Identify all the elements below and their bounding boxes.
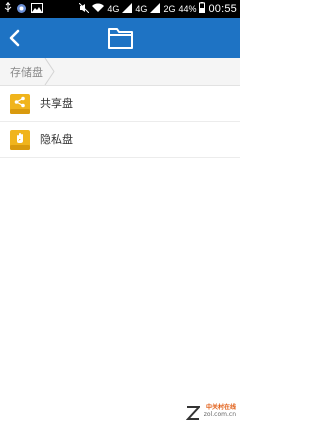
list-item-label: 隐私盘	[40, 133, 73, 146]
network-type-1: 4G	[107, 3, 120, 14]
signal-icon-2	[150, 2, 161, 15]
breadcrumb-label: 存储盘	[10, 66, 43, 79]
zol-logo-icon	[186, 406, 200, 420]
network-type-3: 2G	[163, 3, 176, 14]
mute-icon	[79, 2, 90, 15]
network-type-2: 4G	[135, 3, 148, 14]
clock: 00:55	[208, 2, 237, 15]
wifi-icon	[92, 3, 105, 15]
battery-icon	[199, 2, 206, 15]
list-item-private-drive[interactable]: 隐私盘	[0, 122, 240, 158]
watermark-cn: 中关村在线	[205, 404, 236, 411]
usb-icon	[4, 2, 12, 16]
battery-percent: 44%	[178, 3, 197, 14]
breadcrumb-item-storage[interactable]: 存储盘	[0, 58, 56, 85]
signal-icon-1	[122, 2, 133, 15]
private-drive-icon	[9, 129, 31, 151]
chevron-left-icon	[9, 29, 20, 47]
breadcrumb-separator-icon	[44, 58, 55, 85]
folder-icon	[107, 25, 134, 51]
watermark-url: zol.com.cn	[203, 411, 236, 418]
back-button[interactable]	[4, 24, 28, 52]
share-drive-icon	[9, 93, 31, 115]
breadcrumb: 存储盘	[0, 58, 240, 86]
drive-list: 共享盘 隐私盘	[0, 86, 240, 158]
app-bar	[0, 18, 240, 58]
list-item-shared-drive[interactable]: 共享盘	[0, 86, 240, 122]
image-notification-icon	[31, 3, 43, 15]
status-bar: 4G 4G 2G 44% 00:55	[0, 0, 240, 18]
watermark: 中关村在线 zol.com.cn	[184, 402, 236, 424]
list-item-label: 共享盘	[40, 97, 73, 110]
settings-notification-icon	[16, 3, 27, 16]
